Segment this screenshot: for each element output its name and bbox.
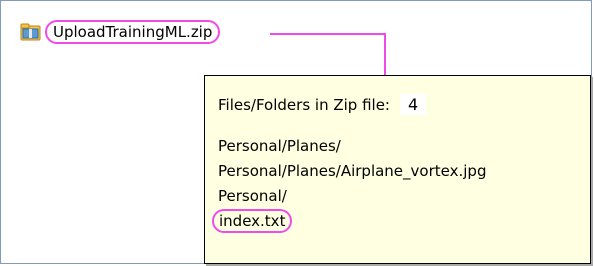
list-item-label: index.txt — [212, 209, 293, 233]
zip-file-name[interactable]: UploadTrainingML.zip — [45, 20, 221, 44]
zip-entry-list: Personal/Planes/ Personal/Planes/Airplan… — [212, 134, 487, 234]
zip-folder-icon — [20, 23, 41, 41]
zip-contents-tooltip: Files/Folders in Zip file: 4 Personal/Pl… — [204, 75, 591, 264]
list-item: Personal/Planes/Airplane_vortex.jpg — [218, 162, 487, 180]
tooltip-header-label: Files/Folders in Zip file: — [218, 95, 390, 114]
list-item: Personal/Planes/ — [218, 137, 341, 155]
tooltip-header: Files/Folders in Zip file: 4 — [218, 94, 427, 115]
list-item-highlighted: index.txt — [212, 209, 486, 234]
zip-file-item[interactable]: UploadTrainingML.zip — [20, 20, 221, 44]
list-item: Personal/ — [218, 187, 287, 205]
callout-connector-horizontal — [270, 33, 386, 35]
file-count-badge: 4 — [399, 94, 427, 115]
callout-connector-vertical — [384, 33, 386, 76]
